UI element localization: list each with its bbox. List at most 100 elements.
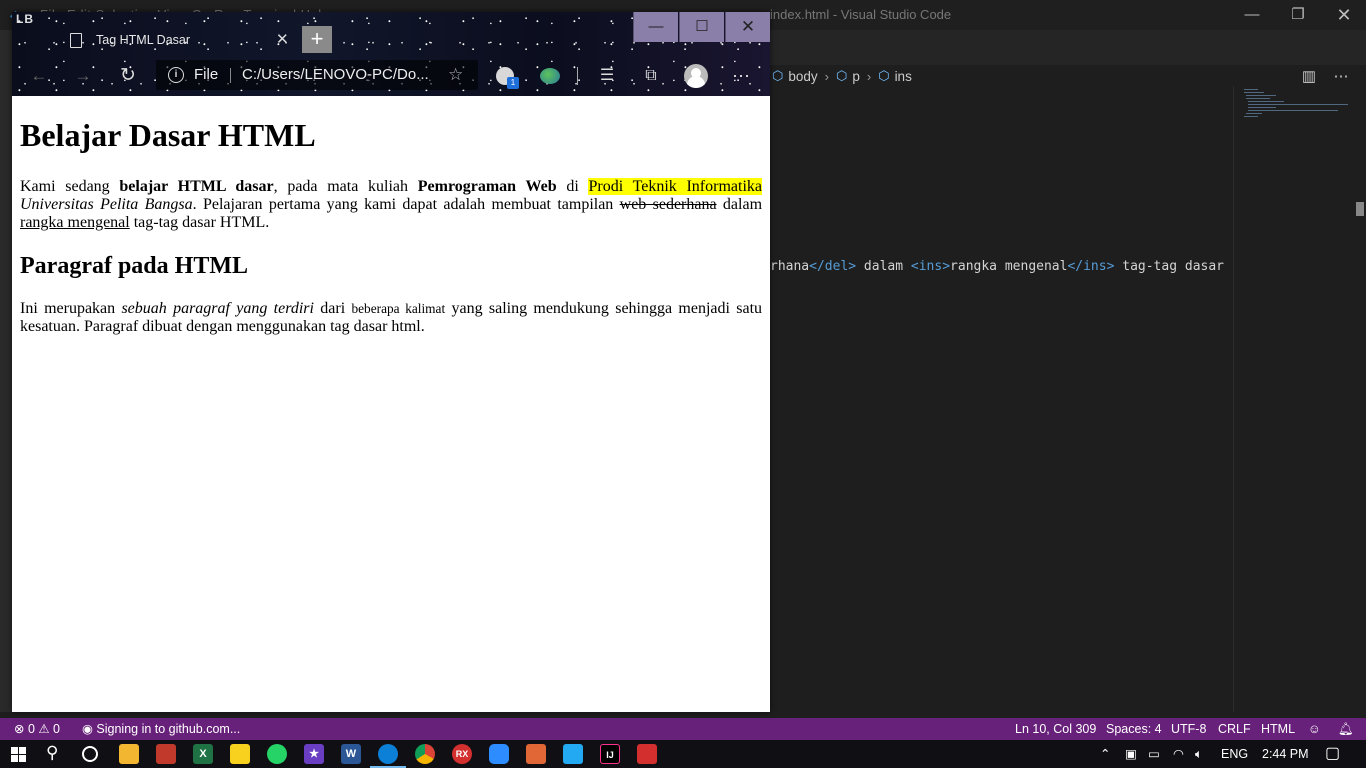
back-arrow-icon[interactable]: ←	[26, 64, 52, 88]
breadcrumb: ⬡ body › ⬡ p › ⬡ ins	[772, 66, 912, 86]
extension-globe-icon[interactable]	[540, 68, 560, 84]
address-bar[interactable]: i File C:/Users/LENOVO-PC/Do... ☆	[156, 60, 478, 90]
italic-text: sebuah paragraf yang terdiri	[121, 300, 314, 317]
italic-text: Universitas Pelita Bangsa	[20, 196, 193, 213]
settings-more-icon[interactable]: ⋯	[728, 64, 754, 88]
sync-status[interactable]: ◉ Signing in to github.com...	[82, 718, 240, 740]
sticky-notes-icon[interactable]	[230, 744, 250, 764]
chrome-icon[interactable]	[415, 744, 435, 764]
tab-title: Tag HTML Dasar	[96, 33, 191, 47]
text-run: dalam	[716, 196, 763, 213]
feedback-icon[interactable]: ☺	[1308, 718, 1321, 740]
minimap[interactable]	[1233, 86, 1355, 712]
device-icon[interactable]: ▣	[1125, 740, 1137, 768]
zoom-icon[interactable]	[489, 744, 509, 764]
page-content: Belajar Dasar HTML Kami sedang belajar H…	[12, 96, 770, 712]
clock[interactable]: 2:44 PM	[1262, 740, 1309, 768]
sync-status-label: Signing in to github.com...	[96, 722, 241, 736]
code-tag: <ins>	[910, 259, 951, 274]
refresh-icon[interactable]: ↻	[115, 64, 141, 88]
vscode-icon[interactable]	[563, 744, 583, 764]
word-icon[interactable]: W	[341, 744, 361, 764]
paragraph-intro: Kami sedang belajar HTML dasar, pada mat…	[20, 178, 763, 232]
text-run: tag-tag dasar HTML.	[129, 214, 270, 231]
file-explorer-icon[interactable]	[119, 744, 139, 764]
language-mode[interactable]: HTML	[1261, 718, 1295, 740]
extension-badge: 1	[507, 77, 519, 89]
more-actions-icon[interactable]: ⋯	[1330, 66, 1352, 88]
breadcrumb-item-ins[interactable]: ins	[895, 69, 912, 84]
indentation[interactable]: Spaces: 4	[1106, 718, 1162, 740]
browser-maximize-button[interactable]: ☐	[679, 12, 724, 42]
wifi-icon[interactable]: ◠	[1173, 740, 1184, 768]
battery-icon[interactable]: ▭	[1148, 740, 1160, 768]
problems-indicator[interactable]: ⊗ 0 ⚠ 0	[14, 718, 60, 740]
whatsapp-icon[interactable]	[267, 744, 287, 764]
browser-toolbar: LB Tag HTML Dasar ✕ + — ☐ ✕ ← → ↻ i File…	[12, 12, 770, 96]
text-run: , pada mata kuliah	[273, 178, 418, 195]
language-indicator[interactable]: ENG	[1221, 740, 1248, 768]
line-ending[interactable]: CRLF	[1218, 718, 1251, 740]
vscode-scrollbar[interactable]	[1356, 202, 1364, 216]
volume-icon[interactable]: 🔈︎	[1195, 740, 1203, 768]
github-icon: ◉	[82, 722, 93, 736]
star-app-icon[interactable]: ★	[304, 744, 324, 764]
split-editor-icon[interactable]: ▥	[1298, 66, 1320, 88]
code-text: dalam	[856, 259, 911, 274]
address-divider	[230, 68, 231, 83]
chevron-right-icon: ›	[824, 68, 829, 84]
matlab-icon[interactable]	[526, 744, 546, 764]
small-text: beberapa kalimat	[351, 301, 446, 316]
forward-arrow-icon[interactable]: →	[70, 64, 96, 88]
rx-app-icon[interactable]: RX	[452, 744, 472, 764]
vscode-close-button[interactable]: ✕	[1321, 0, 1366, 30]
info-icon[interactable]: i	[168, 67, 184, 83]
extension-icon[interactable]: 1	[496, 67, 519, 89]
new-tab-button[interactable]: +	[302, 26, 332, 53]
section-heading: Paragraf pada HTML	[20, 253, 248, 279]
code-line[interactable]: rhana</del> dalam <ins>rangka mengenal</…	[770, 257, 1232, 276]
element-icon: ⬡	[835, 68, 848, 83]
search-icon[interactable]: ⚲	[46, 743, 58, 763]
breadcrumb-item-p[interactable]: p	[852, 69, 860, 84]
profile-avatar[interactable]	[684, 64, 708, 88]
text-run: di	[556, 178, 589, 195]
code-text: tag-tag dasar H	[1114, 259, 1232, 274]
browser-minimize-button[interactable]: —	[633, 12, 678, 42]
excel-icon[interactable]: X	[193, 744, 213, 764]
breadcrumb-item-body[interactable]: body	[788, 69, 817, 84]
inserted-text: rangka mengenal	[20, 214, 130, 231]
text-run: . Pelajaran pertama yang kami dapat adal…	[192, 196, 620, 213]
browser-tab[interactable]: Tag HTML Dasar ✕	[60, 26, 302, 56]
cursor-position[interactable]: Ln 10, Col 309	[1015, 718, 1096, 740]
favorites-icon[interactable]: ☰	[594, 64, 620, 88]
text-run: dari	[313, 300, 352, 317]
highlighted-text: Prodi Teknik Informatika	[588, 178, 763, 195]
action-center-icon[interactable]: ▢	[1325, 740, 1340, 768]
vscode-statusbar: ⊗ 0 ⚠ 0 ◉ Signing in to github.com... Ln…	[0, 718, 1366, 740]
vscode-minimize-button[interactable]: —	[1229, 0, 1275, 30]
code-tag: </del>	[809, 259, 857, 274]
add-favorite-icon[interactable]: ☆	[448, 65, 463, 85]
acrobat-icon[interactable]	[637, 744, 657, 764]
cortana-icon[interactable]	[82, 746, 98, 762]
browser-close-button[interactable]: ✕	[725, 12, 770, 42]
element-icon: ⬡	[772, 68, 784, 83]
vscode-activity-bar	[0, 30, 12, 712]
windows-start-icon[interactable]	[11, 747, 27, 763]
address-scheme: File	[194, 66, 219, 83]
vscode-restore-button[interactable]: ❐	[1275, 0, 1321, 30]
chevron-up-icon[interactable]: ⌃	[1100, 740, 1110, 768]
intellij-icon[interactable]: IJ	[600, 744, 620, 764]
code-tag-cursor: </ins>	[1067, 259, 1115, 274]
address-url[interactable]: C:/Users/LENOVO-PC/Do...	[242, 66, 429, 83]
encoding[interactable]: UTF-8	[1171, 718, 1206, 740]
tab-close-icon[interactable]: ✕	[276, 30, 289, 48]
toolbar-divider	[577, 67, 578, 85]
collections-icon[interactable]: ⧉	[638, 64, 664, 88]
vscode-window-title: index.html - Visual Studio Code	[770, 7, 952, 22]
app-rx-red-icon[interactable]	[156, 744, 176, 764]
page-heading: Belajar Dasar HTML	[20, 117, 316, 153]
notifications-icon[interactable]: 🔔︎	[1338, 718, 1354, 740]
edge-icon[interactable]	[378, 744, 398, 764]
